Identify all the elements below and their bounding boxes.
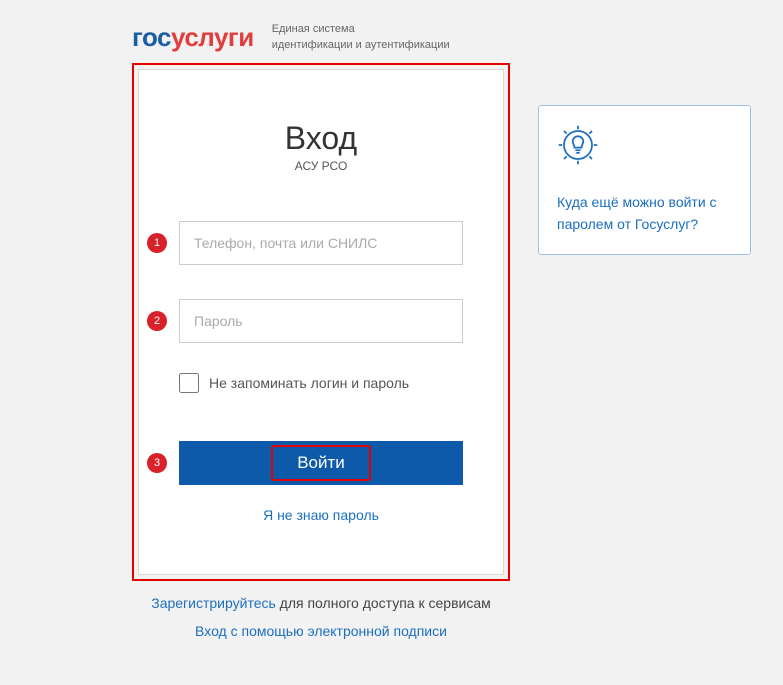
logo: госуслуги: [132, 22, 254, 53]
annotation-marker-2: 2: [147, 311, 167, 331]
logo-part1: гос: [132, 22, 171, 52]
remember-checkbox[interactable]: [179, 373, 199, 393]
login-button[interactable]: Войти: [179, 441, 463, 485]
tagline-line1: Единая система: [272, 22, 450, 37]
side-link[interactable]: Куда ещё можно войти с паролем от Госусл…: [557, 194, 717, 232]
annotation-marker-1: 1: [147, 233, 167, 253]
annotation-frame: Вход АСУ РСО 1 2 Не запоминать логин и п…: [132, 63, 510, 581]
forgot-link[interactable]: Я не знаю пароль: [263, 507, 379, 523]
logo-part2: услуги: [171, 22, 254, 52]
forgot-row: Я не знаю пароль: [179, 507, 463, 523]
header: госуслуги Единая система идентификации и…: [132, 22, 510, 53]
esign-link[interactable]: Вход с помощью электронной подписи: [195, 623, 447, 639]
lightbulb-icon: [557, 124, 732, 191]
tagline-line2: идентификации и аутентификации: [272, 38, 450, 53]
remember-row[interactable]: Не запоминать логин и пароль: [179, 373, 463, 393]
login-card: Вход АСУ РСО 1 2 Не запоминать логин и п…: [138, 69, 504, 575]
login-subtitle: АСУ РСО: [179, 159, 463, 173]
password-field-row: 2: [179, 299, 463, 343]
remember-label: Не запоминать логин и пароль: [209, 375, 409, 391]
login-input[interactable]: [179, 221, 463, 265]
register-link[interactable]: Зарегистрируйтесь: [151, 595, 276, 611]
esign-row: Вход с помощью электронной подписи: [132, 623, 510, 639]
login-button-label: Войти: [297, 453, 345, 472]
register-row: Зарегистрируйтесь для полного доступа к …: [132, 595, 510, 611]
annotation-marker-3: 3: [147, 453, 167, 473]
register-rest: для полного доступа к сервисам: [276, 595, 491, 611]
tagline: Единая система идентификации и аутентифи…: [272, 22, 450, 53]
login-title: Вход: [179, 120, 463, 157]
password-input[interactable]: [179, 299, 463, 343]
login-field-row: 1: [179, 221, 463, 265]
side-card: Куда ещё можно войти с паролем от Госусл…: [538, 105, 751, 255]
login-button-row: 3 Войти: [179, 441, 463, 485]
